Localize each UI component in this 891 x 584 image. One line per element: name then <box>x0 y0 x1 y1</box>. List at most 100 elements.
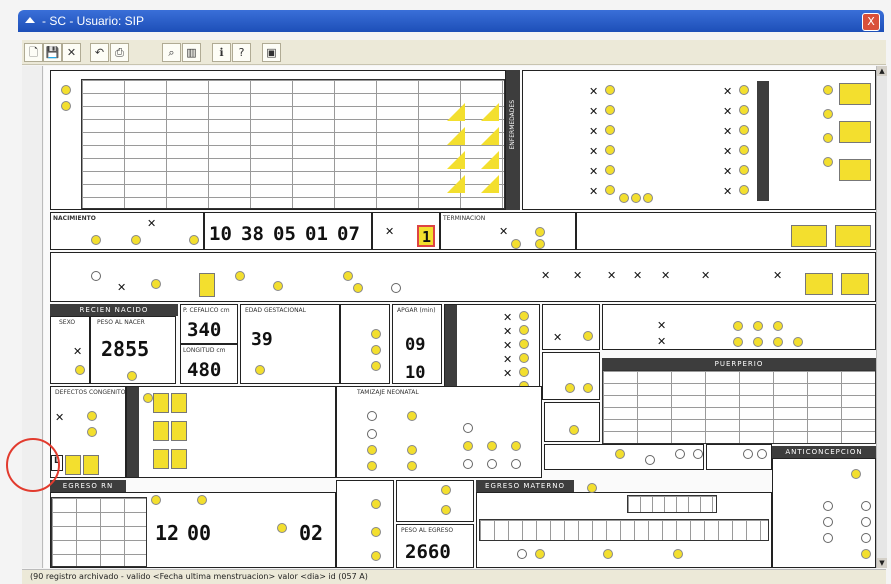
yellow-field[interactable] <box>199 273 215 297</box>
radio-circle[interactable] <box>127 371 137 381</box>
check-circle[interactable] <box>519 311 529 321</box>
yellow-field[interactable] <box>153 449 169 469</box>
check-circle[interactable] <box>823 157 833 167</box>
radio-circle[interactable] <box>371 499 381 509</box>
birth-minute[interactable]: 38 <box>241 223 264 245</box>
check-circle[interactable] <box>739 185 749 195</box>
radio-circle[interactable] <box>511 239 521 249</box>
check-circle[interactable] <box>519 339 529 349</box>
birth-year[interactable]: 07 <box>337 223 360 245</box>
check-circle[interactable] <box>739 125 749 135</box>
radio-circle[interactable] <box>511 459 521 469</box>
radio-circle[interactable] <box>371 361 381 371</box>
radio-circle[interactable] <box>861 549 871 559</box>
radio-circle[interactable] <box>235 271 245 281</box>
check-circle[interactable] <box>519 353 529 363</box>
puerperio-grid[interactable] <box>602 370 876 444</box>
radio-circle[interactable] <box>371 527 381 537</box>
radio-circle[interactable] <box>517 549 527 559</box>
check-circle[interactable] <box>631 193 641 203</box>
radio-circle[interactable] <box>407 461 417 471</box>
yellow-field[interactable] <box>171 421 187 441</box>
radio-circle[interactable] <box>673 549 683 559</box>
radio-circle[interactable] <box>87 411 97 421</box>
radio-circle[interactable] <box>463 459 473 469</box>
radio-circle[interactable] <box>757 449 767 459</box>
radio-circle[interactable] <box>733 337 743 347</box>
radio-circle[interactable] <box>61 85 71 95</box>
egreso-age[interactable]: 02 <box>299 521 323 545</box>
yellow-field[interactable] <box>171 393 187 413</box>
chart-icon[interactable]: ▥ <box>182 43 201 62</box>
radio-circle[interactable] <box>793 337 803 347</box>
radio-circle[interactable] <box>197 495 207 505</box>
radio-circle[interactable] <box>91 271 101 281</box>
check-circle[interactable] <box>519 325 529 335</box>
new-document-icon[interactable]: 🗋 <box>24 43 43 62</box>
radio-circle[interactable] <box>273 281 283 291</box>
egreso-weight[interactable]: 2660 <box>405 541 451 563</box>
radio-circle[interactable] <box>367 461 377 471</box>
apgar-1min[interactable]: 09 <box>405 335 425 355</box>
egreso-materno-grid[interactable] <box>479 519 769 541</box>
yellow-field[interactable] <box>839 83 871 105</box>
undo-icon[interactable]: ↶ <box>90 43 109 62</box>
radio-circle[interactable] <box>343 271 353 281</box>
radio-circle[interactable] <box>75 365 85 375</box>
yellow-field[interactable] <box>805 273 833 295</box>
radio-circle[interactable] <box>367 411 377 421</box>
radio-circle[interactable] <box>487 441 497 451</box>
egreso-minute[interactable]: 00 <box>187 521 211 545</box>
yellow-field[interactable] <box>841 273 869 295</box>
radio-circle[interactable] <box>407 445 417 455</box>
radio-circle[interactable] <box>861 501 871 511</box>
check-circle[interactable] <box>519 367 529 377</box>
close-button[interactable]: X <box>862 13 880 31</box>
radio-circle[interactable] <box>823 533 833 543</box>
radio-circle[interactable] <box>773 337 783 347</box>
print-icon[interactable]: ⎙ <box>110 43 129 62</box>
radio-circle[interactable] <box>603 549 613 559</box>
check-circle[interactable] <box>739 85 749 95</box>
radio-circle[interactable] <box>535 227 545 237</box>
radio-circle[interactable] <box>407 411 417 421</box>
apgar-5min[interactable]: 10 <box>405 363 425 383</box>
radio-circle[interactable] <box>441 505 451 515</box>
yellow-field[interactable] <box>171 449 187 469</box>
radio-circle[interactable] <box>645 455 655 465</box>
check-circle[interactable] <box>605 165 615 175</box>
radio-circle[interactable] <box>151 279 161 289</box>
birth-day[interactable]: 05 <box>273 223 296 245</box>
find-icon[interactable]: ⌕ <box>162 43 181 62</box>
radio-circle[interactable] <box>535 239 545 249</box>
yellow-field[interactable] <box>835 225 871 247</box>
radio-circle[interactable] <box>851 469 861 479</box>
radio-circle[interactable] <box>773 321 783 331</box>
save-icon[interactable]: 💾 <box>43 43 62 62</box>
check-circle[interactable] <box>619 193 629 203</box>
radio-circle[interactable] <box>353 283 363 293</box>
check-circle[interactable] <box>605 125 615 135</box>
radio-circle[interactable] <box>371 329 381 339</box>
yellow-field[interactable] <box>83 455 99 475</box>
radio-circle[interactable] <box>131 235 141 245</box>
radio-circle[interactable] <box>391 283 401 293</box>
check-circle[interactable] <box>823 133 833 143</box>
radio-circle[interactable] <box>143 393 153 403</box>
vitals-grid[interactable] <box>81 79 505 209</box>
check-circle[interactable] <box>739 105 749 115</box>
check-circle[interactable] <box>643 193 653 203</box>
info-icon[interactable]: ℹ <box>212 43 231 62</box>
yellow-field[interactable] <box>839 159 871 181</box>
delete-icon[interactable]: ✕ <box>62 43 81 62</box>
radio-circle[interactable] <box>565 383 575 393</box>
radio-circle[interactable] <box>733 321 743 331</box>
check-circle[interactable] <box>823 109 833 119</box>
egreso-hour[interactable]: 12 <box>155 521 179 545</box>
check-circle[interactable] <box>739 145 749 155</box>
radio-circle[interactable] <box>823 517 833 527</box>
birth-hour[interactable]: 10 <box>209 223 232 245</box>
radio-circle[interactable] <box>569 425 579 435</box>
radio-circle[interactable] <box>87 427 97 437</box>
radio-circle[interactable] <box>371 551 381 561</box>
